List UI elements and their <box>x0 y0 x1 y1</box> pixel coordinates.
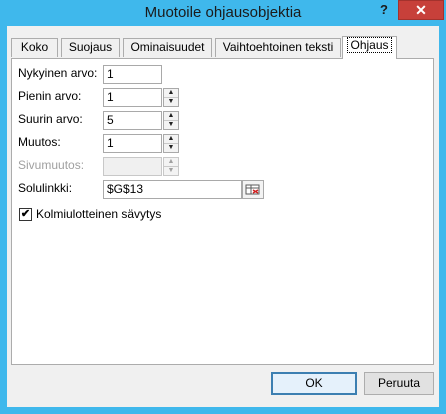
tab-vaihtoehtoinen-teksti[interactable]: Vaihtoehtoinen teksti <box>215 38 341 57</box>
spin-up-icon[interactable]: ▲ <box>164 112 178 121</box>
current-value-label: Nykyinen arvo: <box>18 66 98 80</box>
shading-3d-label[interactable]: Kolmiulotteinen sävytys <box>36 207 161 221</box>
max-value-label: Suurin arvo: <box>18 112 83 126</box>
spin-down-icon[interactable]: ▼ <box>164 98 178 106</box>
min-value-spinner[interactable]: ▲ ▼ <box>163 88 179 107</box>
max-value-spinner[interactable]: ▲ ▼ <box>163 111 179 130</box>
tab-koko[interactable]: Koko <box>11 38 58 57</box>
increment-spinner[interactable]: ▲ ▼ <box>163 134 179 153</box>
page-change-spinner: ▲ ▼ <box>163 157 179 176</box>
min-value-field[interactable]: 1 <box>103 88 162 107</box>
close-icon: ✕ <box>415 2 427 18</box>
spin-up-icon[interactable]: ▲ <box>164 89 178 98</box>
cancel-button[interactable]: Peruuta <box>364 372 434 395</box>
cell-link-field[interactable]: $G$13 <box>103 180 242 199</box>
ok-button[interactable]: OK <box>271 372 357 395</box>
cell-link-label: Solulinkki: <box>18 181 73 195</box>
increment-field[interactable]: 1 <box>103 134 162 153</box>
shading-3d-checkbox[interactable]: ✔ <box>19 208 32 221</box>
current-value-field[interactable]: 1 <box>103 65 162 84</box>
spin-down-icon[interactable]: ▼ <box>164 121 178 129</box>
dialog-body: Koko Suojaus Ominaisuudet Vaihtoehtoinen… <box>7 26 439 407</box>
cell-reference-button[interactable] <box>242 180 264 199</box>
help-button[interactable]: ? <box>376 2 392 20</box>
format-control-dialog: Muotoile ohjausobjektia ? ✕ Koko Suojaus… <box>0 0 446 414</box>
page-change-label: Sivumuutos: <box>18 158 85 172</box>
min-value-label: Pienin arvo: <box>18 89 82 103</box>
max-value-field[interactable]: 5 <box>103 111 162 130</box>
spin-up-icon[interactable]: ▲ <box>164 135 178 144</box>
range-select-icon <box>245 184 260 195</box>
close-button[interactable]: ✕ <box>398 0 444 20</box>
page-change-field <box>103 157 162 176</box>
title-bar[interactable]: Muotoile ohjausobjektia ? ✕ <box>0 0 446 26</box>
tab-ohjaus[interactable]: Ohjaus <box>342 36 397 59</box>
tab-suojaus[interactable]: Suojaus <box>61 38 120 57</box>
spin-down-icon[interactable]: ▼ <box>164 144 178 152</box>
increment-label: Muutos: <box>18 135 61 149</box>
tab-ominaisuudet[interactable]: Ominaisuudet <box>123 38 212 57</box>
spin-down-icon: ▼ <box>167 167 175 174</box>
checkmark-icon: ✔ <box>20 208 31 220</box>
spin-up-icon: ▲ <box>164 158 178 167</box>
control-panel: Nykyinen arvo: 1 Pienin arvo: 1 ▲ ▼ Suur… <box>11 58 434 365</box>
